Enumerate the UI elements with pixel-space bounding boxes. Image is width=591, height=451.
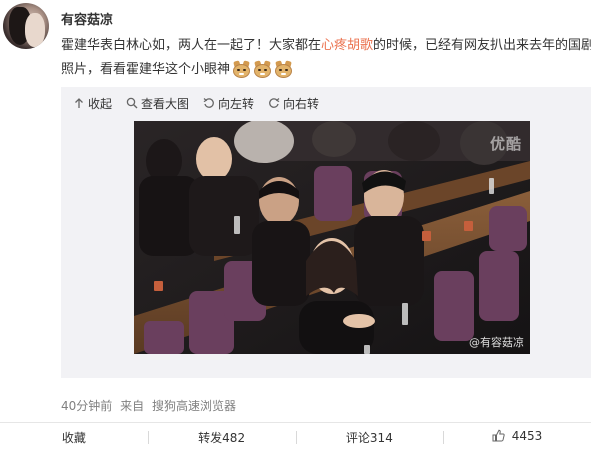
repost-button[interactable]: 转发482 <box>147 429 296 446</box>
weibo-watermark: @有容菇凉 <box>469 336 524 349</box>
avatar-skin <box>25 13 45 47</box>
magnifier-icon <box>126 97 138 109</box>
emoji-row <box>232 60 293 78</box>
favorite-button[interactable]: 收藏 <box>0 429 148 446</box>
thumbs-up-icon <box>492 429 505 445</box>
collapse-label: 收起 <box>88 96 113 111</box>
doge-icon <box>274 60 293 78</box>
post-meta: 40分钟前 来自 搜狗高速浏览器 <box>61 397 240 414</box>
post-photo[interactable]: 优酷 @有容菇凉 <box>134 121 530 354</box>
post-time[interactable]: 40分钟前 <box>61 399 112 413</box>
username-link[interactable]: 有容菇凉 <box>61 9 113 28</box>
action-bar: 收藏 转发482 评论314 4453 <box>0 422 591 451</box>
photo-scene <box>134 121 530 354</box>
topic-link[interactable]: 心疼胡歌 <box>321 38 373 53</box>
post-text: 霍建华表白林心如，两人在一起了！大家都在心疼胡歌的时候，已经有网友扒出来去年的国… <box>61 34 591 82</box>
rotate-left-icon <box>203 97 215 109</box>
doge-icon <box>232 60 251 78</box>
arrow-up-icon <box>73 97 85 109</box>
rotate-right-icon <box>268 97 280 109</box>
post-text-part-3: 照片，看看霍建华这个小眼神 <box>61 62 231 77</box>
post-line-2: 照片，看看霍建华这个小眼神 <box>61 58 591 82</box>
comment-button[interactable]: 评论314 <box>295 429 444 446</box>
user-avatar[interactable] <box>3 3 49 49</box>
rotate-right-label: 向右转 <box>283 96 320 111</box>
like-count: 4453 <box>511 429 543 443</box>
rotate-left-button[interactable]: 向左转 <box>203 95 254 112</box>
favorite-label: 收藏 <box>61 430 86 445</box>
post-line-1: 霍建华表白林心如，两人在一起了！大家都在心疼胡歌的时候，已经有网友扒出来去年的国… <box>61 34 591 58</box>
youku-watermark: 优酷 <box>489 135 522 153</box>
rotate-right-button[interactable]: 向右转 <box>268 95 319 112</box>
comment-label: 评论314 <box>345 430 393 445</box>
doge-icon <box>253 60 272 78</box>
post-text-part-2: 的时候，已经有网友扒出来去年的国剧盛 <box>373 38 591 53</box>
view-large-label: 查看大图 <box>141 96 190 111</box>
post-client[interactable]: 搜狗高速浏览器 <box>152 399 236 413</box>
repost-label: 转发482 <box>198 430 246 445</box>
like-button[interactable]: 4453 <box>443 429 591 445</box>
view-large-button[interactable]: 查看大图 <box>126 95 189 112</box>
collapse-button[interactable]: 收起 <box>73 95 112 112</box>
post-text-part-1: 霍建华表白林心如，两人在一起了！大家都在 <box>61 38 322 53</box>
media-toolbar: 收起 查看大图 向左转 向右转 <box>61 87 591 119</box>
rotate-left-label: 向左转 <box>218 96 255 111</box>
post-from-label: 来自 <box>120 399 145 413</box>
